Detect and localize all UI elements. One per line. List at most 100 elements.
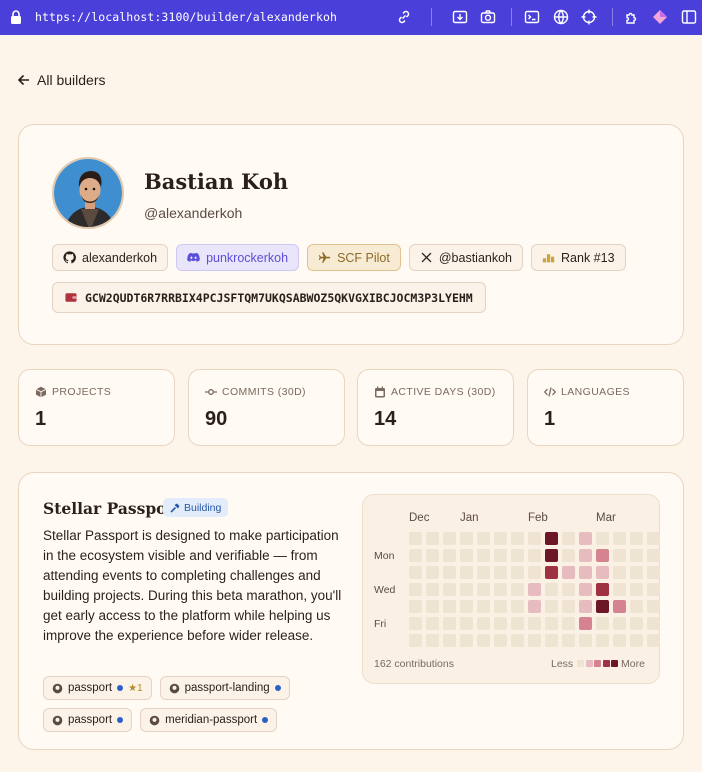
heatmap-cell bbox=[630, 617, 643, 630]
globe-icon[interactable] bbox=[552, 8, 570, 26]
heatmap-cell bbox=[613, 617, 626, 630]
wallet-address-text: GCW2QUDT6R7RRBIX4PCJSFTQM7UKQSABWOZ5QKVG… bbox=[85, 290, 473, 305]
heatmap-cell bbox=[477, 583, 490, 596]
camera-icon[interactable] bbox=[479, 8, 497, 26]
stat-active-days: ACTIVE DAYS (30D) 14 bbox=[357, 369, 514, 446]
heatmap-cell bbox=[460, 583, 473, 596]
language-dot bbox=[262, 717, 269, 723]
back-link-label: All builders bbox=[37, 72, 106, 88]
repo-name: meridian-passport bbox=[165, 714, 258, 726]
heatmap-cell bbox=[528, 583, 541, 596]
heatmap-cell bbox=[460, 566, 473, 579]
heatmap-month-label: Jan bbox=[460, 512, 479, 524]
heatmap-cell bbox=[494, 549, 507, 562]
heatmap-cell bbox=[511, 583, 524, 596]
discord-badge[interactable]: punkrockerkoh bbox=[176, 244, 300, 271]
heatmap-cell bbox=[511, 634, 524, 647]
profile-handle: @alexanderkoh bbox=[144, 205, 243, 221]
rank-badge[interactable]: Rank #13 bbox=[531, 244, 626, 271]
heatmap-cell bbox=[528, 600, 541, 613]
heatmap-cell bbox=[579, 600, 592, 613]
heatmap-cell bbox=[494, 600, 507, 613]
heatmap-cell bbox=[477, 566, 490, 579]
heatmap-cell bbox=[494, 532, 507, 545]
repo-stars: ★1 bbox=[128, 682, 143, 694]
toolbar-divider bbox=[511, 8, 512, 26]
toolbar-divider bbox=[431, 8, 432, 26]
github-icon bbox=[149, 715, 160, 725]
download-icon[interactable] bbox=[451, 8, 469, 26]
stat-languages: LANGUAGES 1 bbox=[527, 369, 684, 446]
repo-name: passport bbox=[68, 682, 113, 694]
heatmap-cell bbox=[426, 583, 439, 596]
project-card[interactable]: Stellar Passport Building Stellar Passpo… bbox=[18, 472, 684, 750]
box-icon bbox=[35, 386, 47, 398]
status-badge-label: Building bbox=[184, 501, 222, 514]
sidebar-toggle-icon[interactable] bbox=[680, 8, 698, 26]
discord-badge-label: punkrockerkoh bbox=[206, 250, 289, 265]
heatmap-cell bbox=[596, 634, 609, 647]
app-logo-icon[interactable] bbox=[651, 8, 669, 26]
project-description: Stellar Passport is designed to make par… bbox=[43, 528, 342, 643]
repo-name: passport-landing bbox=[184, 682, 270, 694]
project-title[interactable]: Stellar Passport bbox=[43, 499, 182, 518]
repo-chip[interactable]: meridian-passport bbox=[140, 708, 278, 732]
back-link[interactable]: All builders bbox=[17, 72, 105, 88]
heatmap-cell bbox=[647, 566, 660, 579]
calendar-icon bbox=[375, 386, 385, 398]
heatmap-month-label: Mar bbox=[596, 512, 616, 524]
heatmap-cell bbox=[630, 600, 643, 613]
heatmap-cell bbox=[528, 617, 541, 630]
heatmap-cell bbox=[460, 532, 473, 545]
heatmap-cell bbox=[409, 634, 422, 647]
heatmap-cell bbox=[596, 617, 609, 630]
heatmap-cell bbox=[528, 566, 541, 579]
language-dot bbox=[117, 717, 124, 723]
arrow-left-icon bbox=[17, 74, 29, 86]
link-icon[interactable] bbox=[395, 8, 413, 26]
heatmap-legend-swatch bbox=[602, 660, 610, 667]
heatmap-cell bbox=[443, 583, 456, 596]
heatmap-cell bbox=[528, 634, 541, 647]
heatmap-cell bbox=[460, 549, 473, 562]
terminal-icon[interactable] bbox=[523, 8, 541, 26]
legend-less-label: Less bbox=[551, 658, 574, 670]
address-bar[interactable]: https://localhost:3100/builder/alexander… bbox=[35, 10, 337, 24]
status-badge: Building bbox=[163, 498, 229, 517]
stat-projects: PROJECTS 1 bbox=[18, 369, 175, 446]
code-icon bbox=[544, 387, 556, 397]
heatmap-cell bbox=[545, 566, 558, 579]
stat-label: LANGUAGES bbox=[561, 386, 630, 398]
heatmap-cell bbox=[409, 583, 422, 596]
repo-chip[interactable]: passport bbox=[43, 708, 133, 732]
scf-badge-label: SCF Pilot bbox=[337, 250, 390, 265]
github-badge[interactable]: alexanderkoh bbox=[52, 244, 169, 271]
heatmap-cell bbox=[426, 617, 439, 630]
x-badge[interactable]: @bastiankoh bbox=[408, 244, 524, 271]
heatmap-month-label: Dec bbox=[409, 512, 430, 524]
scf-badge[interactable]: SCF Pilot bbox=[307, 244, 401, 271]
stat-label: ACTIVE DAYS (30D) bbox=[391, 386, 496, 398]
heatmap-cell bbox=[596, 532, 609, 545]
commit-icon bbox=[205, 389, 217, 395]
wallet-address[interactable]: GCW2QUDT6R7RRBIX4PCJSFTQM7UKQSABWOZ5QKVG… bbox=[52, 282, 486, 313]
extension-icon[interactable] bbox=[623, 8, 641, 26]
repo-chip[interactable]: passport ★1 bbox=[43, 676, 152, 700]
heatmap-cell bbox=[409, 566, 422, 579]
crosshair-icon[interactable] bbox=[580, 8, 598, 26]
heatmap-cell bbox=[562, 549, 575, 562]
heatmap-cell bbox=[630, 566, 643, 579]
heatmap-cell bbox=[409, 532, 422, 545]
heatmap-cell bbox=[443, 617, 456, 630]
heatmap-cell bbox=[511, 617, 524, 630]
heatmap-legend-swatch bbox=[577, 660, 584, 667]
heatmap-cell bbox=[426, 532, 439, 545]
heatmap-cell bbox=[596, 549, 609, 562]
heatmap-cell bbox=[613, 583, 626, 596]
stat-commits: COMMITS (30D) 90 bbox=[188, 369, 345, 446]
repo-chip[interactable]: passport-landing bbox=[159, 676, 290, 700]
heatmap-cell bbox=[545, 617, 558, 630]
stat-label: COMMITS (30D) bbox=[222, 386, 306, 398]
heatmap-cell bbox=[511, 532, 524, 545]
heatmap-cell bbox=[511, 600, 524, 613]
